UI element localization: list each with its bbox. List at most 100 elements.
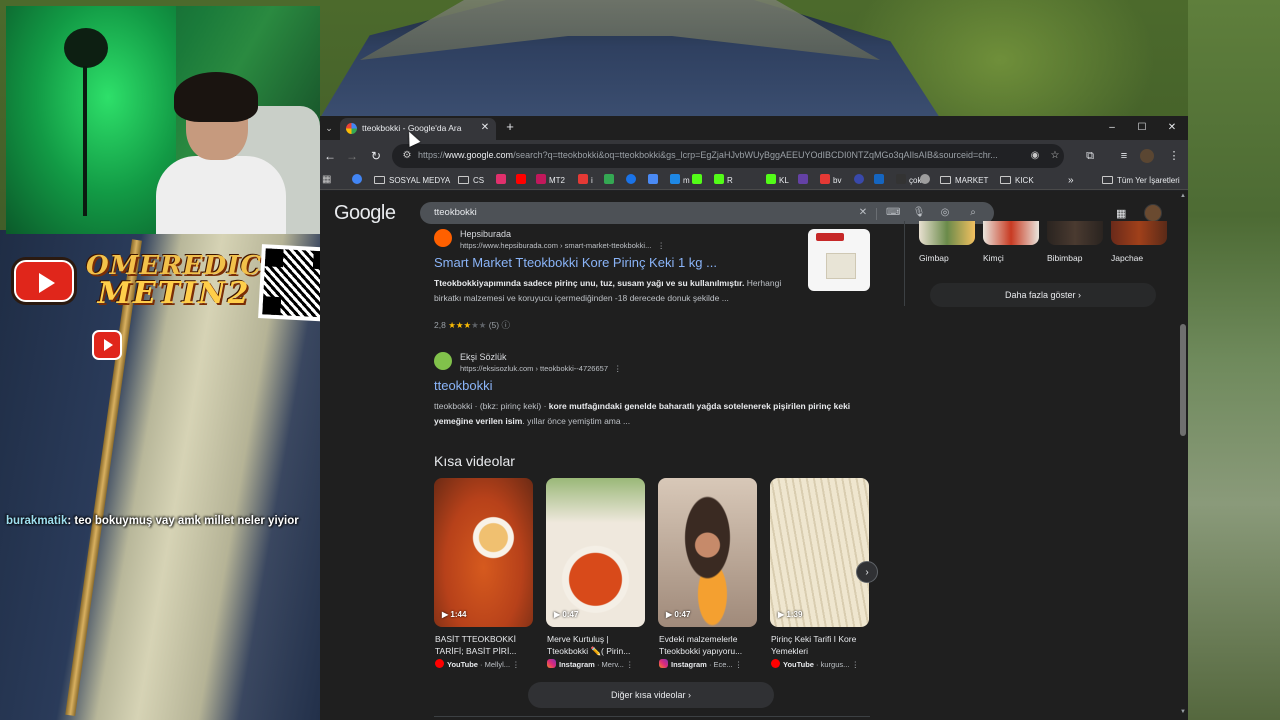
result-title[interactable]: tteokbokki [434,378,493,393]
short-thumbnail[interactable] [770,478,869,627]
page-scrollbar[interactable]: ▲ ▼ [1178,191,1188,720]
bookmark-nav[interactable] [626,174,639,188]
plant [64,28,108,68]
google-apps-icon[interactable]: ▦ [1116,207,1130,221]
short-title[interactable]: Merve Kurtuluş | Tteokbokki ✏️( Pirin... [547,633,643,657]
bookmark-google[interactable] [352,174,365,188]
forward-arrow-icon[interactable]: → [344,148,360,164]
scrollbar-thumb[interactable] [1180,324,1186,436]
more-shorts-button[interactable]: Diğer kısa videolar › [528,682,774,708]
keyboard-icon[interactable]: ⌨ [886,206,900,220]
bookmark-steam[interactable] [874,174,887,188]
bookmark-star-icon[interactable]: ☆ [1048,149,1062,163]
maximize-button[interactable]: ☐ [1134,120,1150,136]
bookmark-folder-sosyal[interactable]: SOSYAL MEDYA [374,174,450,188]
bookmark-m[interactable]: m [670,174,690,188]
result-url[interactable]: https://www.hepsiburada.com › smart-mark… [460,241,665,250]
cok-icon [896,174,906,184]
source-author: kurgus... [820,660,850,669]
account-avatar[interactable] [1144,204,1162,222]
menu-kebab-icon[interactable]: ⋮ [1166,148,1182,164]
more-options-icon[interactable]: ⋮ [512,660,520,669]
folder-icon [374,176,385,184]
bookmark-cok[interactable]: çok [896,174,921,188]
bookmark-r[interactable]: R [714,174,733,188]
more-options-icon[interactable]: ⋮ [852,660,860,669]
bookmark-translate[interactable] [648,174,661,188]
scroll-down-icon[interactable]: ▼ [1180,709,1186,715]
short-thumbnail[interactable] [434,478,533,627]
show-more-button[interactable]: Daha fazla göster › [930,283,1156,307]
more-options-icon[interactable]: ⋮ [657,241,665,250]
related-dish-card[interactable]: Gimbap [919,221,977,263]
tab-bar: ⌄ tteokbokki - Google'da Ara ✕ + – ☐ ✕ [320,116,1188,140]
tab-close-icon[interactable]: ✕ [478,121,492,135]
bookmark-twitch[interactable] [798,174,811,188]
bookmark-folder-kick[interactable]: KICK [1000,174,1034,188]
result-url[interactable]: https://eksisozluk.com › tteokbokki--472… [460,364,622,373]
google-lens-icon[interactable]: ◎ [938,206,952,220]
info-icon[interactable]: ⓘ [501,320,510,330]
bookmark-r2[interactable] [854,174,867,188]
dish-name: Bibimbap [1047,253,1083,263]
bookmarks-overflow-icon[interactable]: » [1068,174,1074,188]
bookmark-globe[interactable] [920,174,933,188]
snippet-prefix: tteokbokki · (bkz: pirinç keki) · [434,401,549,411]
bookmark-folder-market[interactable]: MARKET [940,174,988,188]
apps-grid-icon[interactable]: ▦ [322,174,334,186]
bookmark-drive[interactable] [604,174,617,188]
related-dish-card[interactable]: Japchae [1111,221,1169,263]
url-text[interactable]: https://www.google.com/search?q=tteokbok… [418,150,1018,160]
search-query[interactable]: tteokbokki [434,207,477,218]
bookmark-instagram[interactable] [496,174,509,188]
related-dish-card[interactable]: Kimçi [983,221,1041,263]
bookmark-folder-cs[interactable]: CS [458,174,484,188]
chevron-right-icon[interactable]: › [856,561,878,583]
microphone-icon[interactable]: 🎙 [912,206,926,220]
short-title[interactable]: Pirinç Keki Tarifi I Kore Yemekleri [771,633,867,657]
minimize-button[interactable]: – [1104,120,1120,136]
tab-title: tteokbokki - Google'da Ara [362,123,462,133]
short-thumbnail[interactable] [658,478,757,627]
result-site-name[interactable]: Ekşi Sözlük [460,352,507,362]
river-scenery [1188,0,1280,720]
more-options-icon[interactable]: ⋮ [735,660,743,669]
url-prefix: https:// [418,150,446,160]
bookmark-i[interactable]: i [578,174,593,188]
short-title[interactable]: BASİT TTEOKBOKKİ TARİFİ; BASİT PİRİ... [435,633,531,657]
short-title[interactable]: Evdeki malzemelerle Tteokbokki yapıyoru.… [659,633,755,657]
eye-off-icon[interactable]: ◉ [1028,149,1042,163]
section-divider [434,716,870,717]
google-logo[interactable]: Google [334,202,396,225]
related-dish-card[interactable]: Bibimbap [1047,221,1105,263]
show-more-label: Daha fazla göster [1004,290,1076,300]
search-box[interactable]: tteokbokki ✕ ⌨ 🎙 ◎ ⌕ [420,202,994,224]
bookmark-bv[interactable]: bv [820,174,841,188]
search-icon[interactable]: ⌕ [966,206,980,220]
profile-avatar[interactable] [1140,149,1154,163]
bookmark-youtube[interactable] [516,174,529,188]
more-options-icon[interactable]: ⋮ [614,364,622,373]
scroll-up-icon[interactable]: ▲ [1180,193,1186,199]
reload-icon[interactable]: ↻ [368,148,384,164]
back-arrow-icon[interactable]: ← [322,148,338,164]
tab-search-icon[interactable]: ⌄ [322,120,336,136]
clear-icon[interactable]: ✕ [856,206,870,220]
close-window-button[interactable]: ✕ [1164,120,1180,136]
extensions-icon[interactable]: ⧉ [1082,148,1098,164]
more-options-icon[interactable]: ⋮ [626,660,634,669]
bookmark-mt2[interactable]: MT2 [536,174,565,188]
media-control-icon[interactable]: ≡ [1116,148,1132,164]
bookmark-all[interactable]: Tüm Yer İşaretleri [1102,174,1180,188]
result-site-name[interactable]: Hepsiburada [460,229,511,239]
address-bar[interactable]: ⚙ https://www.google.com/search?q=tteokb… [392,144,1064,168]
short-thumbnail[interactable] [546,478,645,627]
bookmark-kl[interactable]: KL [766,174,789,188]
site-info-icon[interactable]: ⚙ [400,149,414,163]
result-title[interactable]: Smart Market Tteokbokki Kore Pirinç Keki… [434,255,717,270]
result-thumbnail[interactable] [808,229,870,291]
new-tab-button[interactable]: + [502,119,518,135]
snippet-text: . yıllar önce yemiştim ama ... [522,416,631,426]
bookmark-kick[interactable] [692,174,705,188]
instagram-icon [547,659,556,668]
